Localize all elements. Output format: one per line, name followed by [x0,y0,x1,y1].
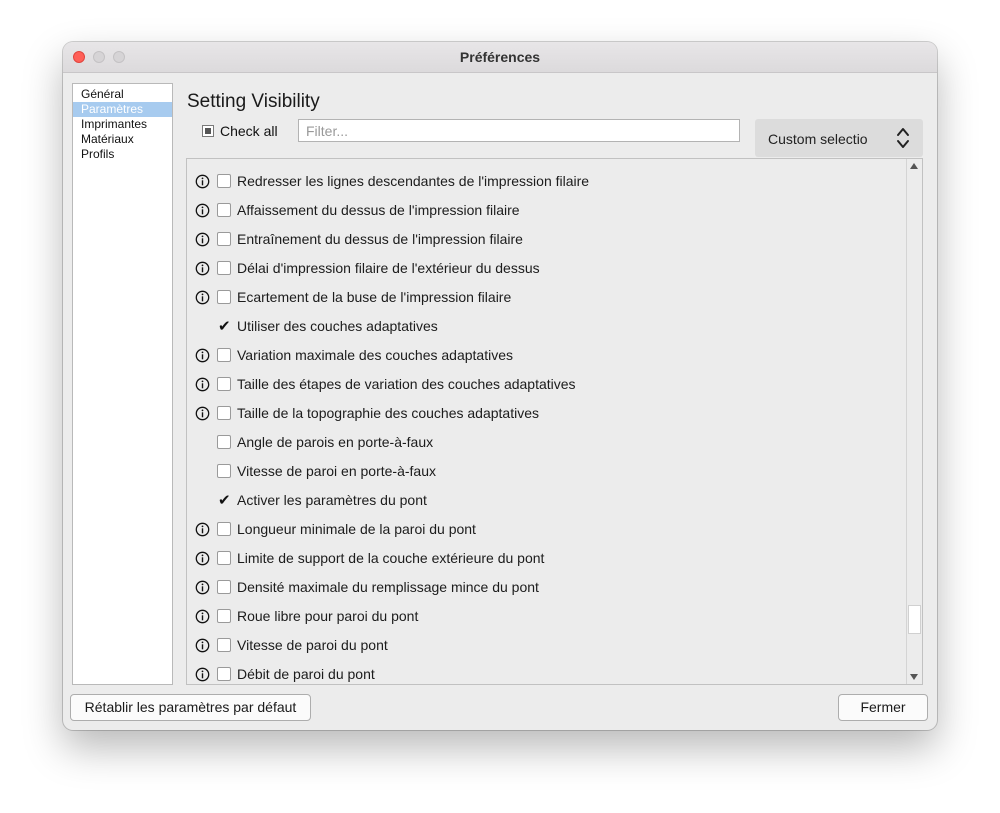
checkmark-icon: ✔ [218,317,231,335]
setting-row[interactable]: Redresser les lignes descendantes de l'i… [187,167,907,196]
setting-label: Taille des étapes de variation des couch… [237,376,576,392]
info-icon[interactable] [195,406,210,421]
scrollbar-thumb[interactable] [908,605,921,634]
setting-label: Longueur minimale de la paroi du pont [237,521,476,537]
info-icon[interactable] [195,580,210,595]
setting-checkbox[interactable]: ✔ [217,317,231,335]
setting-label: Limite de support de la couche extérieur… [237,550,545,566]
setting-checkbox[interactable] [217,522,231,536]
sidebar-item-imprimantes[interactable]: Imprimantes [73,117,172,132]
setting-checkbox[interactable] [217,261,231,275]
setting-row[interactable]: Ecartement de la buse de l'impression fi… [187,283,907,312]
visibility-preset-select[interactable]: Custom selectio [755,119,923,157]
setting-checkbox[interactable] [217,348,231,362]
filter-input[interactable]: Filter... [298,119,740,142]
info-icon[interactable] [195,203,210,218]
setting-label: Affaissement du dessus de l'impression f… [237,202,520,218]
setting-row[interactable]: Vitesse de paroi en porte-à-faux [187,457,907,486]
setting-row[interactable]: Débit de paroi du pont [187,660,907,684]
scroll-down-arrow-icon[interactable] [910,674,918,680]
setting-label: Vitesse de paroi en porte-à-faux [237,463,436,479]
info-icon[interactable] [195,609,210,624]
preferences-sidebar: Général Paramètres Imprimantes Matériaux… [72,83,173,685]
setting-label: Débit de paroi du pont [237,666,375,682]
close-button[interactable]: Fermer [838,694,928,721]
setting-row[interactable]: Densité maximale du remplissage mince du… [187,573,907,602]
setting-label: Activer les paramètres du pont [237,492,427,508]
setting-label: Redresser les lignes descendantes de l'i… [237,173,590,189]
setting-checkbox[interactable] [217,406,231,420]
info-icon[interactable] [195,348,210,363]
setting-checkbox[interactable] [217,232,231,246]
setting-checkbox[interactable] [217,174,231,188]
page-title: Setting Visibility [187,91,320,112]
visibility-preset-value: Custom selectio [768,131,868,147]
setting-checkbox[interactable] [217,580,231,594]
info-icon[interactable] [195,174,210,189]
setting-row[interactable]: ✔ Utiliser des couches adaptatives [187,312,907,341]
setting-row[interactable]: Délai d'impression filaire de l'extérieu… [187,254,907,283]
setting-row[interactable]: Entraînement du dessus de l'impression f… [187,225,907,254]
setting-row[interactable]: Affaissement du dessus de l'impression f… [187,196,907,225]
setting-label: Vitesse de paroi du pont [237,637,388,653]
setting-row[interactable]: Variation maximale des couches adaptativ… [187,341,907,370]
setting-label: Utiliser des couches adaptatives [237,318,438,334]
info-icon[interactable] [195,638,210,653]
setting-label: Délai d'impression filaire de l'extérieu… [237,260,540,276]
setting-label: Entraînement du dessus de l'impression f… [237,231,523,247]
updown-chevron-icon [897,128,909,148]
window-title: Préférences [459,49,541,65]
settings-list[interactable]: Redresser les lignes descendantes de l'i… [186,158,923,685]
setting-checkbox[interactable] [217,464,231,478]
sidebar-item-profils[interactable]: Profils [73,147,172,162]
info-icon[interactable] [195,551,210,566]
info-icon[interactable] [195,232,210,247]
setting-row[interactable]: Limite de support de la couche extérieur… [187,544,907,573]
sidebar-item-parametres[interactable]: Paramètres [73,102,172,117]
setting-checkbox[interactable] [217,551,231,565]
setting-checkbox[interactable] [217,203,231,217]
info-icon[interactable] [195,522,210,537]
setting-label: Variation maximale des couches adaptativ… [237,347,514,363]
setting-checkbox[interactable] [217,667,231,681]
sidebar-item-general[interactable]: Général [73,87,172,102]
setting-checkbox[interactable] [217,638,231,652]
setting-checkbox[interactable] [217,377,231,391]
setting-row[interactable]: Longueur minimale de la paroi du pont [187,515,907,544]
setting-row[interactable]: Roue libre pour paroi du pont [187,602,907,631]
setting-label: Taille de la topographie des couches ada… [237,405,539,421]
setting-row[interactable]: Angle de parois en porte-à-faux [187,428,907,457]
info-icon[interactable] [195,261,210,276]
preferences-window: Préférences Général Paramètres Imprimant… [63,42,937,730]
setting-row[interactable]: ✔ Activer les paramètres du pont [187,486,907,515]
setting-label: Ecartement de la buse de l'impression fi… [237,289,512,305]
setting-label: Densité maximale du remplissage mince du… [237,579,539,595]
check-all-label: Check all [220,123,278,139]
setting-checkbox[interactable]: ✔ [217,491,231,509]
checkmark-icon: ✔ [218,491,231,509]
setting-checkbox[interactable] [217,435,231,449]
info-icon[interactable] [195,667,210,682]
setting-checkbox[interactable] [217,609,231,623]
reset-defaults-button[interactable]: Rétablir les paramètres par défaut [70,694,311,721]
setting-row[interactable]: Taille de la topographie des couches ada… [187,399,907,428]
setting-label: Roue libre pour paroi du pont [237,608,419,624]
info-icon[interactable] [195,290,210,305]
sidebar-item-materiaux[interactable]: Matériaux [73,132,172,147]
vertical-scrollbar[interactable] [906,159,922,684]
info-icon[interactable] [195,377,210,392]
check-all-box[interactable] [202,125,214,137]
setting-row[interactable]: Taille des étapes de variation des couch… [187,370,907,399]
setting-label: Angle de parois en porte-à-faux [237,434,434,450]
scroll-up-arrow-icon[interactable] [910,163,918,169]
check-all-checkbox[interactable]: Check all [202,123,278,139]
title-bar[interactable]: Préférences [63,42,937,73]
setting-checkbox[interactable] [217,290,231,304]
setting-row[interactable]: Vitesse de paroi du pont [187,631,907,660]
